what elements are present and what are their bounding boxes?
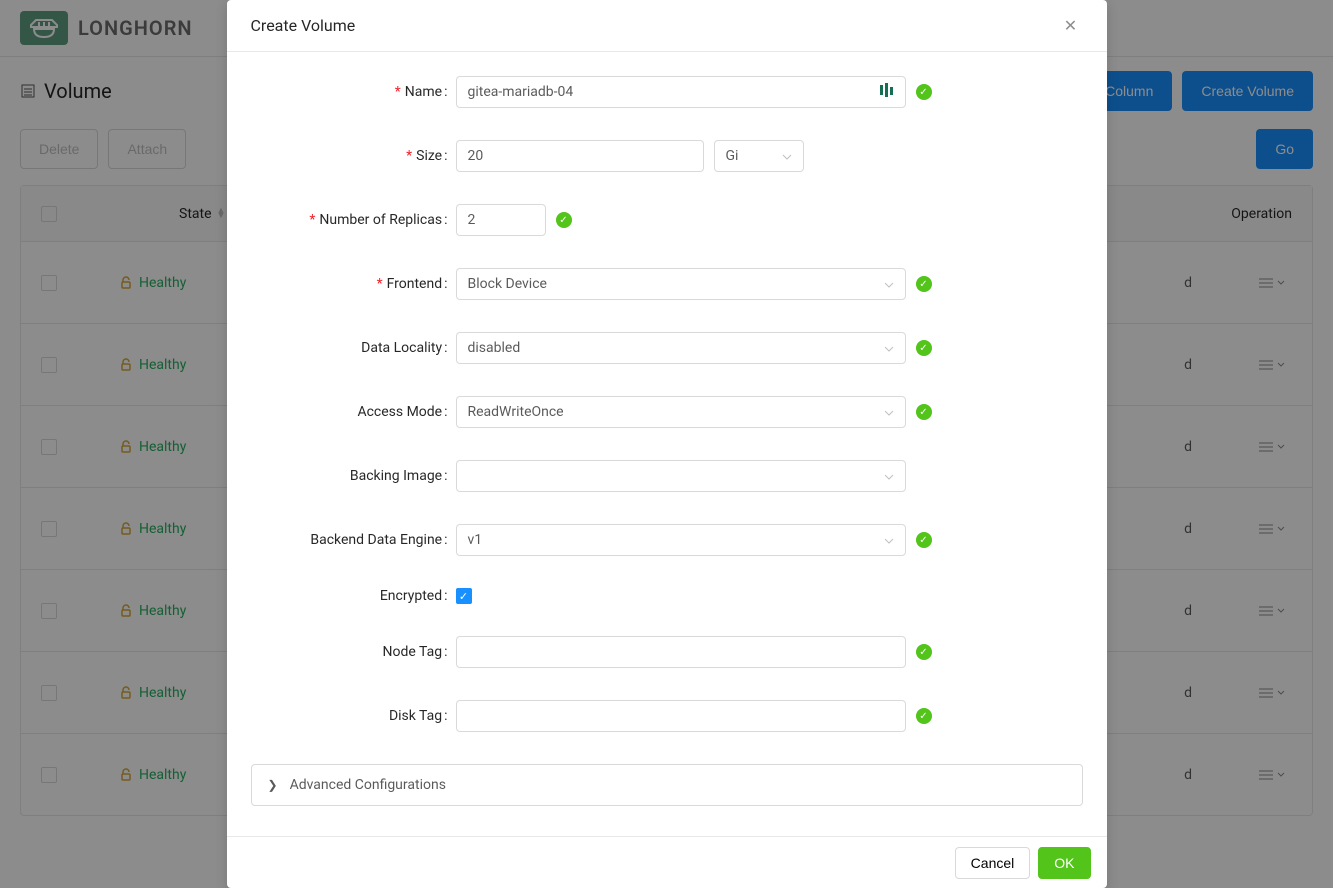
chevron-down-icon bbox=[884, 469, 894, 483]
replicas-label: *Number of Replicas bbox=[251, 212, 456, 228]
valid-icon: ✓ bbox=[916, 644, 932, 660]
valid-icon: ✓ bbox=[916, 404, 932, 420]
name-label: *Name bbox=[251, 84, 456, 100]
disk-tag-input[interactable] bbox=[456, 700, 906, 732]
backend-engine-select[interactable]: v1 bbox=[456, 524, 906, 556]
valid-icon: ✓ bbox=[916, 340, 932, 356]
chevron-down-icon bbox=[884, 277, 894, 291]
node-tag-input[interactable] bbox=[456, 636, 906, 668]
valid-icon: ✓ bbox=[916, 708, 932, 724]
frontend-label: *Frontend bbox=[251, 276, 456, 292]
backing-image-select[interactable] bbox=[456, 460, 906, 492]
close-icon[interactable]: ✕ bbox=[1059, 16, 1083, 35]
modal-body: *Name gitea-mariadb-04 ✓ *Size 20 bbox=[227, 52, 1107, 836]
password-manager-icon[interactable] bbox=[880, 83, 894, 101]
cancel-button[interactable]: Cancel bbox=[955, 847, 1031, 879]
valid-icon: ✓ bbox=[556, 212, 572, 228]
data-locality-label: Data Locality bbox=[251, 340, 456, 356]
chevron-right-icon: ❯ bbox=[268, 778, 278, 792]
frontend-select[interactable]: Block Device bbox=[456, 268, 906, 300]
valid-icon: ✓ bbox=[916, 276, 932, 292]
create-volume-modal: Create Volume ✕ *Name gitea-mariadb-04 ✓… bbox=[227, 0, 1107, 888]
ok-button[interactable]: OK bbox=[1038, 847, 1090, 879]
chevron-down-icon bbox=[782, 149, 792, 163]
replicas-input[interactable]: 2 bbox=[456, 204, 546, 236]
node-tag-label: Node Tag bbox=[251, 644, 456, 660]
chevron-down-icon bbox=[884, 405, 894, 419]
modal-footer: Cancel OK bbox=[227, 836, 1107, 888]
chevron-down-icon bbox=[884, 341, 894, 355]
modal-title: Create Volume bbox=[251, 16, 356, 35]
modal-mask: Create Volume ✕ *Name gitea-mariadb-04 ✓… bbox=[0, 0, 1333, 888]
backing-image-label: Backing Image bbox=[251, 468, 456, 484]
disk-tag-label: Disk Tag bbox=[251, 708, 456, 724]
encrypted-label: Encrypted bbox=[251, 588, 456, 604]
chevron-down-icon bbox=[884, 533, 894, 547]
access-mode-select[interactable]: ReadWriteOnce bbox=[456, 396, 906, 428]
size-input[interactable]: 20 bbox=[456, 140, 704, 172]
modal-header: Create Volume ✕ bbox=[227, 0, 1107, 52]
access-mode-label: Access Mode bbox=[251, 404, 456, 420]
advanced-configurations-panel[interactable]: ❯ Advanced Configurations bbox=[251, 764, 1083, 806]
advanced-configurations-label: Advanced Configurations bbox=[290, 777, 446, 793]
data-locality-select[interactable]: disabled bbox=[456, 332, 906, 364]
backend-engine-label: Backend Data Engine bbox=[251, 532, 456, 548]
size-label: *Size bbox=[251, 148, 456, 164]
size-unit-select[interactable]: Gi bbox=[714, 140, 804, 172]
valid-icon: ✓ bbox=[916, 532, 932, 548]
valid-icon: ✓ bbox=[916, 84, 932, 100]
encrypted-checkbox[interactable]: ✓ bbox=[456, 588, 472, 604]
name-input[interactable]: gitea-mariadb-04 bbox=[456, 76, 906, 108]
